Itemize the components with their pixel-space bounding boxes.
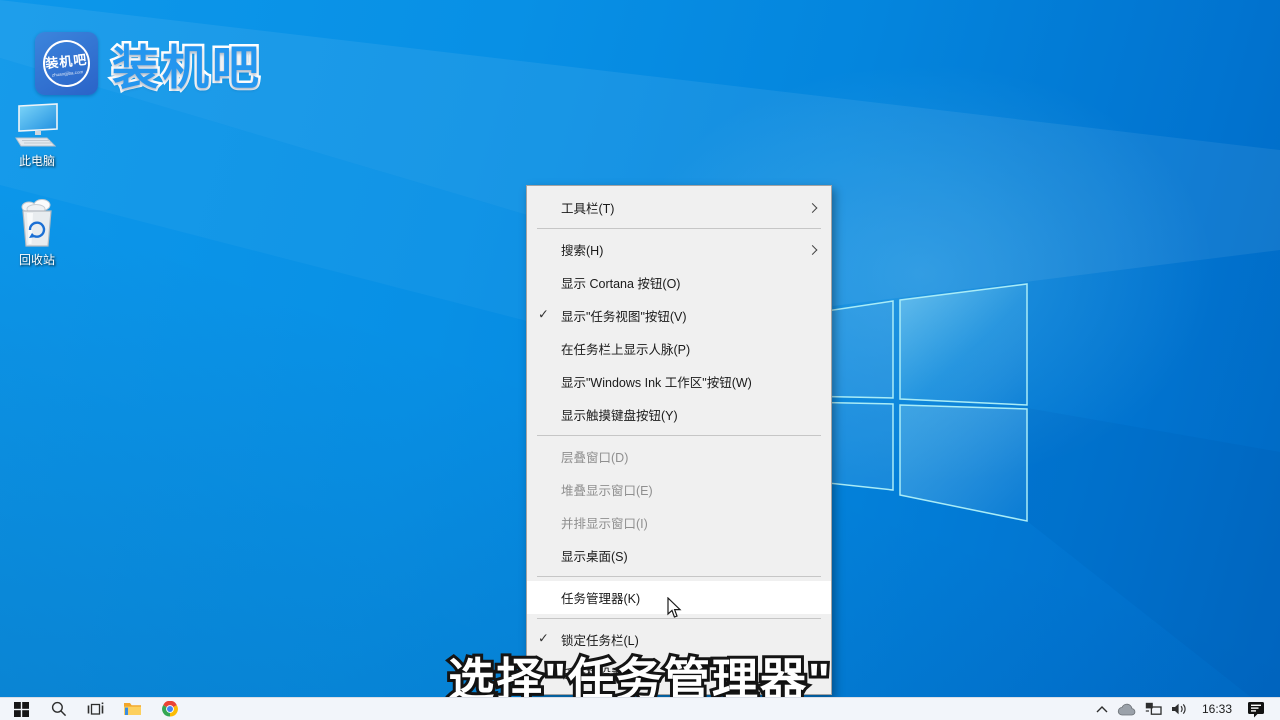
menu-item-label: 任务管理器(K) <box>561 588 640 607</box>
menu-separator <box>537 228 821 229</box>
checkmark-icon: ✓ <box>538 306 549 322</box>
menu-item-show-people-on-taskbar[interactable]: 在任务栏上显示人脉(P) <box>527 332 831 365</box>
menu-item-label: 显示 Cortana 按钮(O) <box>561 273 680 292</box>
desktop-icon-label: 此电脑 <box>19 152 55 169</box>
menu-item-label: 堆叠显示窗口(E) <box>561 480 653 499</box>
mouse-cursor <box>667 597 682 619</box>
taskbar-search-button[interactable] <box>40 698 77 720</box>
chevron-up-icon[interactable] <box>1096 705 1108 714</box>
menu-item-label: 显示桌面(S) <box>561 546 628 565</box>
menu-item-show-desktop[interactable]: 显示桌面(S) <box>527 539 831 572</box>
desktop-icon-recycle-bin[interactable]: 回收站 <box>8 198 66 268</box>
menu-item-label: 显示触摸键盘按钮(Y) <box>561 405 678 424</box>
windows-start-icon <box>14 702 29 717</box>
brand-wordmark: 装机吧 <box>112 29 262 98</box>
menu-item-label: 在任务栏上显示人脉(P) <box>561 339 690 358</box>
volume-icon[interactable] <box>1171 702 1187 716</box>
action-center-icon[interactable] <box>1247 701 1265 718</box>
brand-watermark: 装机吧 zhuangjiba.com 装机吧 <box>35 29 262 98</box>
search-icon <box>51 701 67 717</box>
chrome-button[interactable] <box>151 698 188 720</box>
menu-item-show-cortana-button[interactable]: 显示 Cortana 按钮(O) <box>527 266 831 299</box>
menu-item-label: 工具栏(T) <box>561 198 614 217</box>
menu-item-show-windows-side-by-side: 并排显示窗口(I) <box>527 506 831 539</box>
file-explorer-button[interactable] <box>114 698 151 720</box>
desktop-icon-this-pc[interactable]: 此电脑 <box>8 103 66 169</box>
network-icon[interactable] <box>1145 702 1162 716</box>
system-tray: 16:33 <box>1096 701 1280 718</box>
desktop: 装机吧 zhuangjiba.com 装机吧 此电脑 <box>0 0 1280 720</box>
menu-item-show-windows-ink-workspace-button[interactable]: 显示"Windows Ink 工作区"按钮(W) <box>527 365 831 398</box>
recycle-bin-icon <box>16 198 58 248</box>
chrome-icon <box>162 701 178 717</box>
task-view-icon <box>87 702 104 717</box>
this-pc-icon <box>14 103 60 149</box>
menu-item-toolbars[interactable]: 工具栏(T) <box>527 191 831 224</box>
menu-item-label: 并排显示窗口(I) <box>561 513 648 532</box>
menu-item-show-task-view-button[interactable]: ✓ 显示"任务视图"按钮(V) <box>527 299 831 332</box>
menu-item-show-touch-keyboard-button[interactable]: 显示触摸键盘按钮(Y) <box>527 398 831 431</box>
menu-item-label: 层叠窗口(D) <box>561 447 628 466</box>
menu-item-show-windows-stacked: 堆叠显示窗口(E) <box>527 473 831 506</box>
taskbar: 16:33 <box>0 697 1280 720</box>
submenu-arrow-icon <box>808 245 818 255</box>
start-button[interactable] <box>3 698 40 720</box>
menu-item-cascade-windows: 层叠窗口(D) <box>527 440 831 473</box>
menu-separator <box>537 576 821 577</box>
brand-logo-icon: 装机吧 zhuangjiba.com <box>35 32 98 95</box>
submenu-arrow-icon <box>808 203 818 213</box>
menu-item-label: 显示"Windows Ink 工作区"按钮(W) <box>561 372 752 391</box>
file-explorer-icon <box>124 702 141 716</box>
desktop-icon-label: 回收站 <box>19 251 55 268</box>
menu-item-label: 显示"任务视图"按钮(V) <box>561 306 687 325</box>
menu-separator <box>537 435 821 436</box>
onedrive-cloud-icon[interactable] <box>1117 703 1136 716</box>
taskbar-clock[interactable]: 16:33 <box>1202 702 1232 716</box>
task-view-button[interactable] <box>77 698 114 720</box>
menu-item-label: 搜索(H) <box>561 240 603 259</box>
menu-item-search[interactable]: 搜索(H) <box>527 233 831 266</box>
